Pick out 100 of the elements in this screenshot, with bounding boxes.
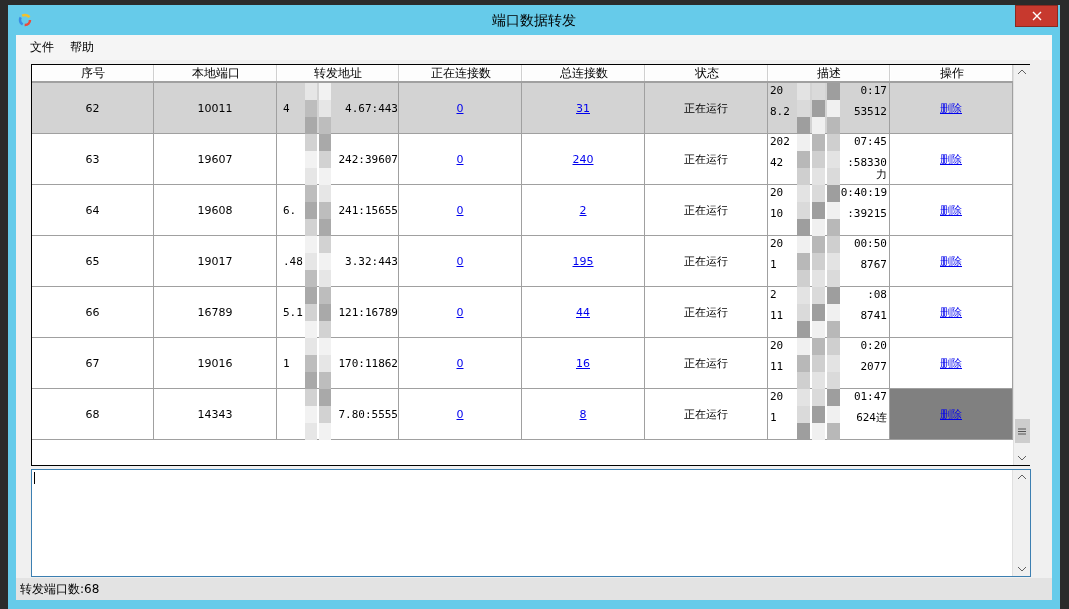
delete-link[interactable]: 删除 [940, 151, 962, 167]
count-link[interactable]: 195 [572, 254, 594, 268]
status-cell: 正在运行 [645, 287, 768, 337]
table-row[interactable]: 63 19607 242:39607 0 240 正在运行 202 07:45 42 :58330 力 删除 [32, 134, 1013, 185]
description-fragment: 01:47 [853, 391, 887, 403]
description-fragment: 0:17 [860, 85, 887, 97]
address-fragment: 241:15655 [338, 203, 398, 217]
table-row[interactable]: 68 14343 7.80:5555 0 8 正在运行 20 01:47 1 624连 删除 [32, 389, 1013, 440]
address-fragment: 7.80:5555 [338, 407, 398, 421]
description-fragment: :08 [867, 289, 887, 301]
count-link[interactable]: 8 [579, 407, 587, 421]
description-fragment: 2 [770, 289, 777, 301]
table-cell: 19017 [154, 236, 277, 286]
table-cell: 67 [32, 338, 154, 388]
description-fragment: 20 [770, 340, 784, 352]
address-fragment: 6. [282, 203, 297, 217]
description-fragment: 202 [770, 136, 790, 148]
description-fragment: 0:40:19 [840, 187, 887, 199]
app-icon [18, 13, 32, 27]
count-link[interactable]: 0 [456, 203, 464, 217]
scroll-thumb[interactable] [1014, 419, 1030, 443]
count-link[interactable]: 16 [576, 356, 590, 370]
count-link[interactable]: 44 [576, 305, 590, 319]
description-fragment: 20 [770, 85, 784, 97]
description-fragment: 42 [770, 157, 784, 169]
table-row[interactable]: 67 19016 1 170:11862 0 16 正在运行 20 0:20 11 2077 删除 [32, 338, 1013, 389]
description-fragment: 07:45 [853, 136, 887, 148]
table-cell: 68 [32, 389, 154, 439]
delete-link[interactable]: 删除 [940, 202, 962, 218]
description-fragment: 8741 [860, 310, 887, 322]
status-cell: 正在运行 [645, 236, 768, 286]
table-cell: 66 [32, 287, 154, 337]
menu-item[interactable]: 帮助 [62, 39, 102, 56]
table-cell: 19607 [154, 134, 277, 184]
address-fragment: 1 [282, 356, 290, 370]
window-title: 端口数据转发 [491, 12, 577, 30]
description-fragment: 11 [770, 310, 784, 322]
description-fragment: 53512 [853, 106, 887, 118]
table-cell: 10011 [154, 83, 277, 133]
menu-item[interactable]: 文件 [22, 39, 62, 56]
delete-link[interactable]: 删除 [940, 100, 962, 116]
table-cell: 64 [32, 185, 154, 235]
status-text: 转发端口数:68 [20, 580, 100, 598]
description-fragment: 0:20 [860, 340, 887, 352]
description-fragment: 11 [770, 361, 784, 373]
address-fragment: 5.1 [282, 305, 303, 319]
address-fragment: 4.67:443 [345, 101, 398, 115]
description-fragment: 1 [770, 412, 777, 424]
address-fragment: 4 [282, 101, 290, 115]
address-fragment: .48 [282, 254, 303, 268]
count-link[interactable]: 0 [456, 305, 464, 319]
vertical-scrollbar[interactable] [1013, 65, 1030, 465]
description-fragment: 20 [770, 391, 784, 403]
description-fragment: 8767 [860, 259, 887, 271]
table-row[interactable]: 64 19608 6. 241:15655 0 2 正在运行 20 0:40:19 10 :39215 删除 [32, 185, 1013, 236]
description-fragment: 1 [770, 259, 777, 271]
description-fragment: :58330 [847, 157, 887, 169]
delete-link[interactable]: 删除 [940, 253, 962, 269]
table-cell: 63 [32, 134, 154, 184]
address-fragment: 3.32:443 [345, 254, 398, 268]
description-fragment: :39215 [847, 208, 887, 220]
status-cell: 正在运行 [645, 338, 768, 388]
table-cell: 62 [32, 83, 154, 133]
count-link[interactable]: 2 [579, 203, 587, 217]
description-fragment: 20 [770, 238, 784, 250]
table-row[interactable]: 66 16789 5.1 121:16789 0 44 正在运行 2 :08 11 8741 删除 [32, 287, 1013, 338]
count-link[interactable]: 0 [456, 356, 464, 370]
table-cell: 16789 [154, 287, 277, 337]
table-cell: 14343 [154, 389, 277, 439]
table-cell: 65 [32, 236, 154, 286]
status-cell: 正在运行 [645, 83, 768, 133]
description-fragment: 00:50 [853, 238, 887, 250]
count-link[interactable]: 0 [456, 407, 464, 421]
close-icon [1031, 11, 1042, 21]
status-cell: 正在运行 [645, 185, 768, 235]
address-fragment: 170:11862 [338, 356, 398, 370]
description-fragment: 624连 [856, 412, 887, 424]
count-link[interactable]: 240 [572, 152, 594, 166]
description-fragment: 力 [876, 169, 887, 181]
grip-icon [1018, 427, 1026, 435]
delete-link[interactable]: 删除 [940, 355, 962, 371]
address-fragment: 121:16789 [338, 305, 398, 319]
count-link[interactable]: 0 [456, 152, 464, 166]
table-cell: 19016 [154, 338, 277, 388]
description-fragment: 2077 [860, 361, 887, 373]
delete-link[interactable]: 删除 [940, 304, 962, 320]
description-fragment: 20 [770, 187, 784, 199]
count-link[interactable]: 0 [456, 254, 464, 268]
description-fragment: 10 [770, 208, 784, 220]
table-row[interactable]: 62 10011 4 4.67:443 0 31 正在运行 20 0:17 8.2 53512 删除 [32, 83, 1013, 134]
address-fragment: 242:39607 [338, 152, 398, 166]
count-link[interactable]: 0 [456, 101, 464, 115]
log-text-area[interactable] [31, 469, 1031, 577]
status-cell: 正在运行 [645, 134, 768, 184]
table-cell: 19608 [154, 185, 277, 235]
table-row[interactable]: 65 19017 .48 3.32:443 0 195 正在运行 20 00:50 1 8767 删除 [32, 236, 1013, 287]
close-button[interactable] [1015, 5, 1058, 27]
status-cell: 正在运行 [645, 389, 768, 439]
description-fragment: 8.2 [770, 106, 790, 118]
count-link[interactable]: 31 [576, 101, 590, 115]
